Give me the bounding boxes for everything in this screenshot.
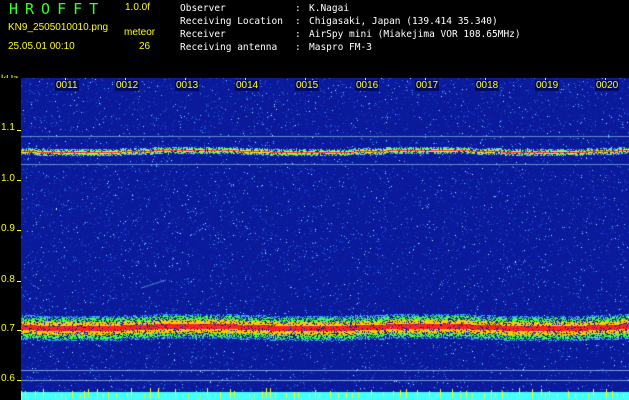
time-tick-label: 0016	[355, 80, 380, 91]
time-tick-label: 0020	[595, 80, 620, 91]
app-title: HROFFT	[9, 0, 106, 18]
spectrogram-display: 0011 0012 0013 0014 0015 0016 0017 0018 …	[21, 78, 629, 400]
info-row-antenna: Receiving antenna: Maspro FM-3	[180, 41, 521, 54]
info-separator: :	[295, 16, 301, 27]
y-tick-label: 0.9	[1, 223, 15, 234]
header-panel: HROFFT 1.0.0f KN9_2505010010.png meteor …	[0, 0, 629, 78]
time-tick-label: 0013	[175, 80, 200, 91]
y-tick-label: 0.8	[1, 274, 15, 285]
time-tick-label: 0012	[115, 80, 140, 91]
spectrogram-canvas	[21, 78, 629, 400]
info-key: Observer	[180, 3, 226, 14]
y-tick-label: 1.1	[1, 122, 15, 133]
y-tick-label: 0.7	[1, 323, 15, 334]
info-key: Receiver	[180, 29, 226, 40]
info-row-location: Receiving Location: Chigasaki, Japan (139…	[180, 15, 521, 28]
info-value: Chigasaki, Japan (139.414 35.340)	[309, 16, 498, 27]
info-separator: :	[295, 29, 301, 40]
time-tick-label: 0019	[535, 80, 560, 91]
info-row-receiver: Receiver: AirSpy mini (Miakejima VOR 108.…	[180, 28, 521, 41]
info-separator: :	[295, 42, 301, 53]
info-row-observer: Observer: K.Nagai	[180, 2, 521, 15]
time-tick-label: 0017	[415, 80, 440, 91]
version-label: 1.0.0f	[125, 2, 151, 13]
info-value: AirSpy mini (Miakejima VOR 108.65MHz)	[309, 29, 521, 40]
meteor-count: 26	[139, 41, 151, 52]
y-tick-label: 1.0	[1, 173, 15, 184]
meteor-label: meteor	[124, 27, 156, 38]
time-tick-label: 0014	[235, 80, 260, 91]
time-tick-label: 0011	[55, 80, 79, 91]
info-separator: :	[295, 3, 301, 14]
info-value: Maspro FM-3	[309, 42, 372, 53]
time-tick-label: 0018	[475, 80, 500, 91]
observation-info: Observer: K.Nagai Receiving Location: Chig…	[180, 2, 521, 54]
filename-label: KN9_2505010010.png	[8, 22, 109, 33]
y-tick-label: 0.6	[1, 373, 15, 384]
time-tick-label: 0015	[295, 80, 320, 91]
datetime-label: 25.05.01 00:10	[8, 41, 75, 52]
frequency-axis: 1.1 1.0 0.9 0.8 0.7 0.6	[0, 78, 21, 400]
info-value: K.Nagai	[309, 3, 350, 14]
info-key: Receiving antenna	[180, 42, 278, 53]
info-key: Receiving Location	[180, 16, 283, 27]
